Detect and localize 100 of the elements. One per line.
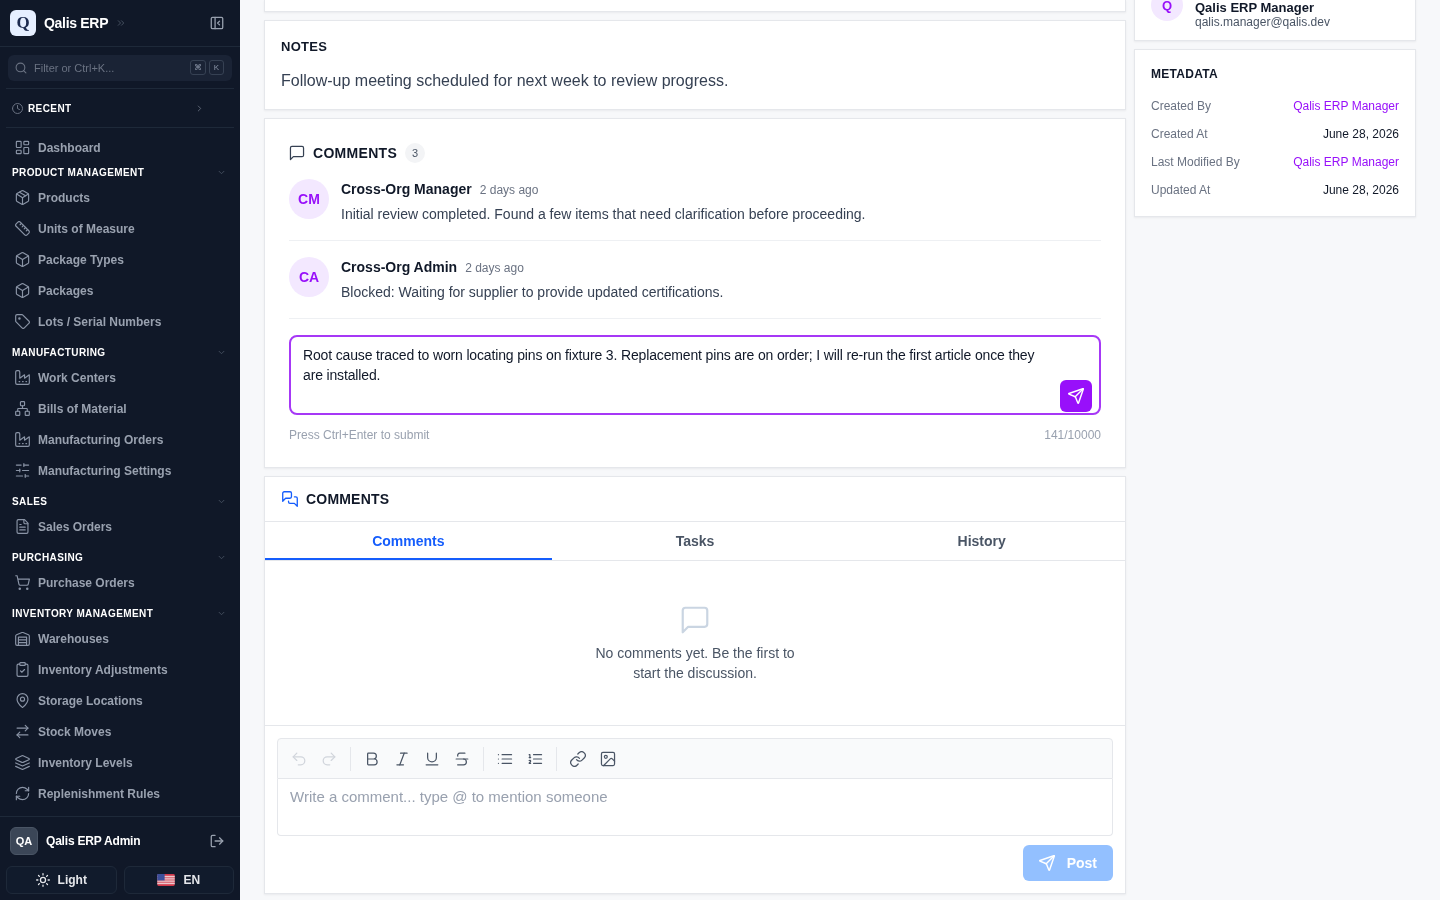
section-title: COMMENTS [313,145,398,161]
strikethrough-icon [454,750,470,767]
chats-icon [282,491,298,507]
section-title: METADATA [1151,66,1220,82]
box-icon [15,252,30,267]
nav-item[interactable]: Dashboard [6,132,234,163]
theme-button[interactable]: Light [6,866,117,894]
nav-item[interactable]: Purchase Orders [6,567,234,598]
factory-icon [15,370,30,385]
user-avatar: CM [289,179,329,219]
sliders-icon [15,463,30,478]
tab[interactable]: Tasks [551,522,839,560]
section-header[interactable]: MANUFACTURING [6,343,234,362]
comment-author: Cross-Org Admin [341,258,458,277]
sidebar-toggle-button[interactable] [210,16,224,30]
comment-time: 2 days ago [465,260,524,277]
field-label: Last Modified By [1151,154,1240,171]
search-icon [15,62,27,74]
field-label: Updated At [1151,182,1211,199]
section-header[interactable]: PURCHASING [6,548,234,567]
link-icon [570,750,586,767]
comment-editor[interactable]: Write a comment... type @ to mention someone [277,779,1113,836]
section-header[interactable]: SALES [6,492,234,511]
comment-time: 2 days ago [479,182,539,199]
user-email: qalis.manager@qalis.dev [1195,15,1330,30]
dashboard-icon [15,140,30,155]
logout-button[interactable] [210,834,224,848]
hierarchy-icon [15,401,30,416]
nav-item[interactable]: Stock Moves [6,716,234,747]
field-label: Created At [1151,126,1208,143]
tag-icon [15,314,30,329]
bold-icon [364,750,380,767]
clipboard-check-icon [15,662,30,677]
double-chevron-icon [116,18,127,28]
nav-item[interactable]: Storage Locations [6,685,234,716]
nav-item[interactable]: Lots / Serial Numbers [6,306,234,337]
send-icon [1038,855,1055,871]
tab[interactable]: History [838,522,1125,560]
character-counter: 141/10000 [1044,427,1101,443]
map-pin-icon [15,693,30,708]
field-value: June 28, 2026 [1322,182,1399,199]
nav-item[interactable]: Packages [6,275,234,306]
section-header[interactable]: INVENTORY MANAGEMENT [6,604,234,623]
tab[interactable]: Comments [265,522,552,560]
language-button[interactable]: EN [123,866,234,894]
field-value: June 28, 2026 [1322,126,1399,143]
nav-item[interactable]: Manufacturing Orders [6,424,234,455]
nav-item[interactable]: Products [6,182,234,213]
keyboard-key: ⌘ [190,60,206,75]
sidebar-toggle-icon [210,16,224,30]
keyboard-key: K [209,60,224,75]
app-logo: Q [10,10,36,36]
document-icon [15,519,30,534]
warehouse-icon [15,631,30,646]
logout-icon [210,834,224,848]
comment-author: Cross-Org Manager [341,180,472,199]
user-link[interactable]: Qalis ERP Manager [1293,96,1399,116]
hint-text: Press Ctrl+Enter to submit [289,427,430,443]
notes-text: Follow-up meeting scheduled for next week to review progress. [281,71,730,91]
user-avatar: Q [1151,0,1183,21]
package-icon [15,190,30,205]
comment-input[interactable]: Root cause traced to worn locating pins on fixture 3. Replacement pins are on order; I will re-run the first article once they are installed. [289,335,1101,415]
user-link[interactable]: Qalis ERP Manager [1293,152,1399,172]
nav-item[interactable]: Manufacturing Settings [6,455,234,486]
chat-icon [289,145,305,161]
field-label: Created By [1151,98,1212,115]
nav-item[interactable]: Inventory Adjustments [6,654,234,685]
sun-icon [35,873,50,887]
section-header[interactable]: PRODUCT MANAGEMENT [6,163,234,182]
section-title: NOTES [281,38,329,56]
recent-toggle[interactable]: RECENT [6,89,234,128]
comment-count: 3 [405,143,426,163]
flag-icon [157,874,176,886]
clock-icon [12,102,23,114]
send-button[interactable] [1060,380,1092,412]
nav-item[interactable]: Inventory Levels [6,747,234,778]
empty-message: No comments yet. Be the first to start the discussion. [594,644,796,683]
user-name: Qalis ERP Manager [1195,0,1315,15]
ruler-icon [15,221,30,236]
factory-icon [15,432,30,447]
nav-item[interactable]: Replenishment Rules [6,778,234,809]
refresh-icon [15,786,30,801]
nav-item[interactable]: Sales Orders [6,511,234,542]
cart-icon [15,575,30,590]
image-icon [600,750,616,767]
chat-icon [680,605,710,635]
arrows-icon [15,724,30,739]
layers-icon [15,755,30,770]
box-icon [15,283,30,298]
comment-text: Blocked: Waiting for supplier to provide updated certifications. [341,283,724,302]
nav-item[interactable]: Units of Measure [6,213,234,244]
send-icon [1068,388,1084,404]
section-title: COMMENTS [306,491,390,507]
app-name: Qalis ERP [44,15,109,31]
underline-icon [424,750,440,767]
nav-item[interactable]: Work Centers [6,362,234,393]
user-name: Qalis ERP Admin [46,834,141,848]
nav-item[interactable]: Package Types [6,244,234,275]
nav-item[interactable]: Warehouses [6,623,234,654]
nav-item[interactable]: Bills of Material [6,393,234,424]
